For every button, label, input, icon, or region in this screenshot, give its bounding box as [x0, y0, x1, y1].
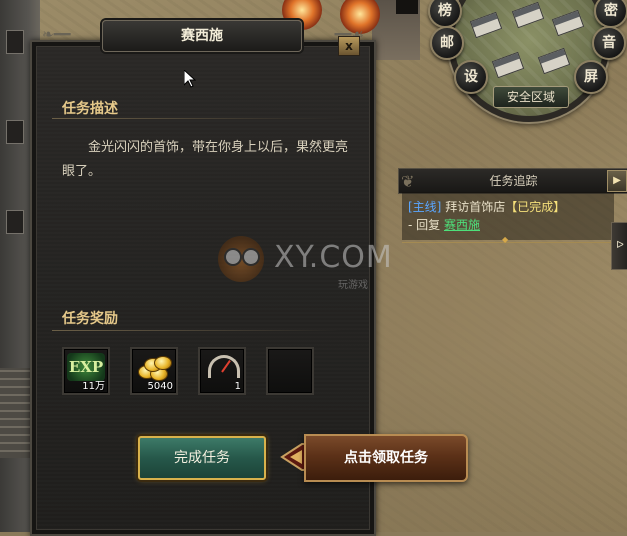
- reward-slot-gold[interactable]: 5040: [130, 347, 178, 395]
- mouse-cursor-icon: [184, 70, 196, 88]
- watermark: XY.COM 玩游戏: [218, 236, 418, 291]
- rewards-heading: 任务奖励: [62, 311, 118, 327]
- close-icon: x: [345, 39, 353, 53]
- complete-quest-button[interactable]: 完成任务: [138, 436, 266, 480]
- watermark-text: XY.COM: [274, 240, 393, 275]
- claim-quest-hint[interactable]: 点击领取任务: [304, 434, 468, 482]
- diamond-icon: ◆: [502, 235, 509, 244]
- tracked-quest-entry[interactable]: [主线] 拜访首饰店【已完成】: [408, 198, 565, 215]
- reward-count: 5040: [147, 381, 173, 392]
- play-arrow-icon: ▶: [613, 175, 621, 186]
- section-divider: [52, 118, 342, 119]
- quest-tracker-title: 任务追踪: [489, 174, 538, 188]
- screen-button[interactable]: 屏: [574, 60, 608, 94]
- quest-description: 金光闪闪的首饰，带在你身上以后，果然更亮眼了。: [62, 140, 349, 179]
- reward-count: 11万: [82, 381, 105, 392]
- watermark-subtext: 玩游戏: [338, 280, 368, 291]
- dialog-title: 赛西施: [102, 20, 302, 52]
- quest-status: 【已完成】: [505, 200, 566, 214]
- secret-button[interactable]: 密: [594, 0, 627, 28]
- gauge-icon: [208, 355, 240, 378]
- sound-button[interactable]: 音: [592, 26, 626, 60]
- tracker-collapse-button[interactable]: ▶: [607, 170, 627, 192]
- reward-slot-item[interactable]: 1: [198, 347, 246, 395]
- reward-slot-exp[interactable]: EXP 11万: [62, 347, 110, 395]
- quest-type: [主线]: [408, 200, 442, 214]
- gold-coins-icon: [136, 353, 172, 383]
- description-heading: 任务描述: [62, 101, 118, 117]
- mail-button[interactable]: 邮: [430, 26, 464, 60]
- quest-name: 拜访首饰店: [445, 200, 506, 214]
- close-button[interactable]: x: [338, 36, 360, 56]
- reward-count: 1: [234, 381, 241, 392]
- objective-prefix: - 回复: [408, 218, 441, 232]
- tracked-quest-objective[interactable]: - 回复 赛西施: [408, 216, 480, 233]
- safe-zone-label: 安全区域: [493, 86, 569, 108]
- section-divider: [52, 330, 342, 331]
- side-panel-tab[interactable]: ᐅ: [611, 222, 627, 270]
- quest-tracker-header[interactable]: ❦ 任务追踪: [398, 168, 627, 194]
- objective-npc-link[interactable]: 赛西施: [444, 218, 480, 232]
- settings-button[interactable]: 设: [454, 60, 488, 94]
- shadow-block: [396, 0, 418, 14]
- owl-logo-icon: [218, 236, 264, 282]
- ornament-icon: ❦: [401, 172, 415, 191]
- tracker-divider: ◆: [402, 235, 614, 244]
- reward-slot-empty: [266, 347, 314, 395]
- title-ornament-left: ❧━━: [42, 27, 71, 43]
